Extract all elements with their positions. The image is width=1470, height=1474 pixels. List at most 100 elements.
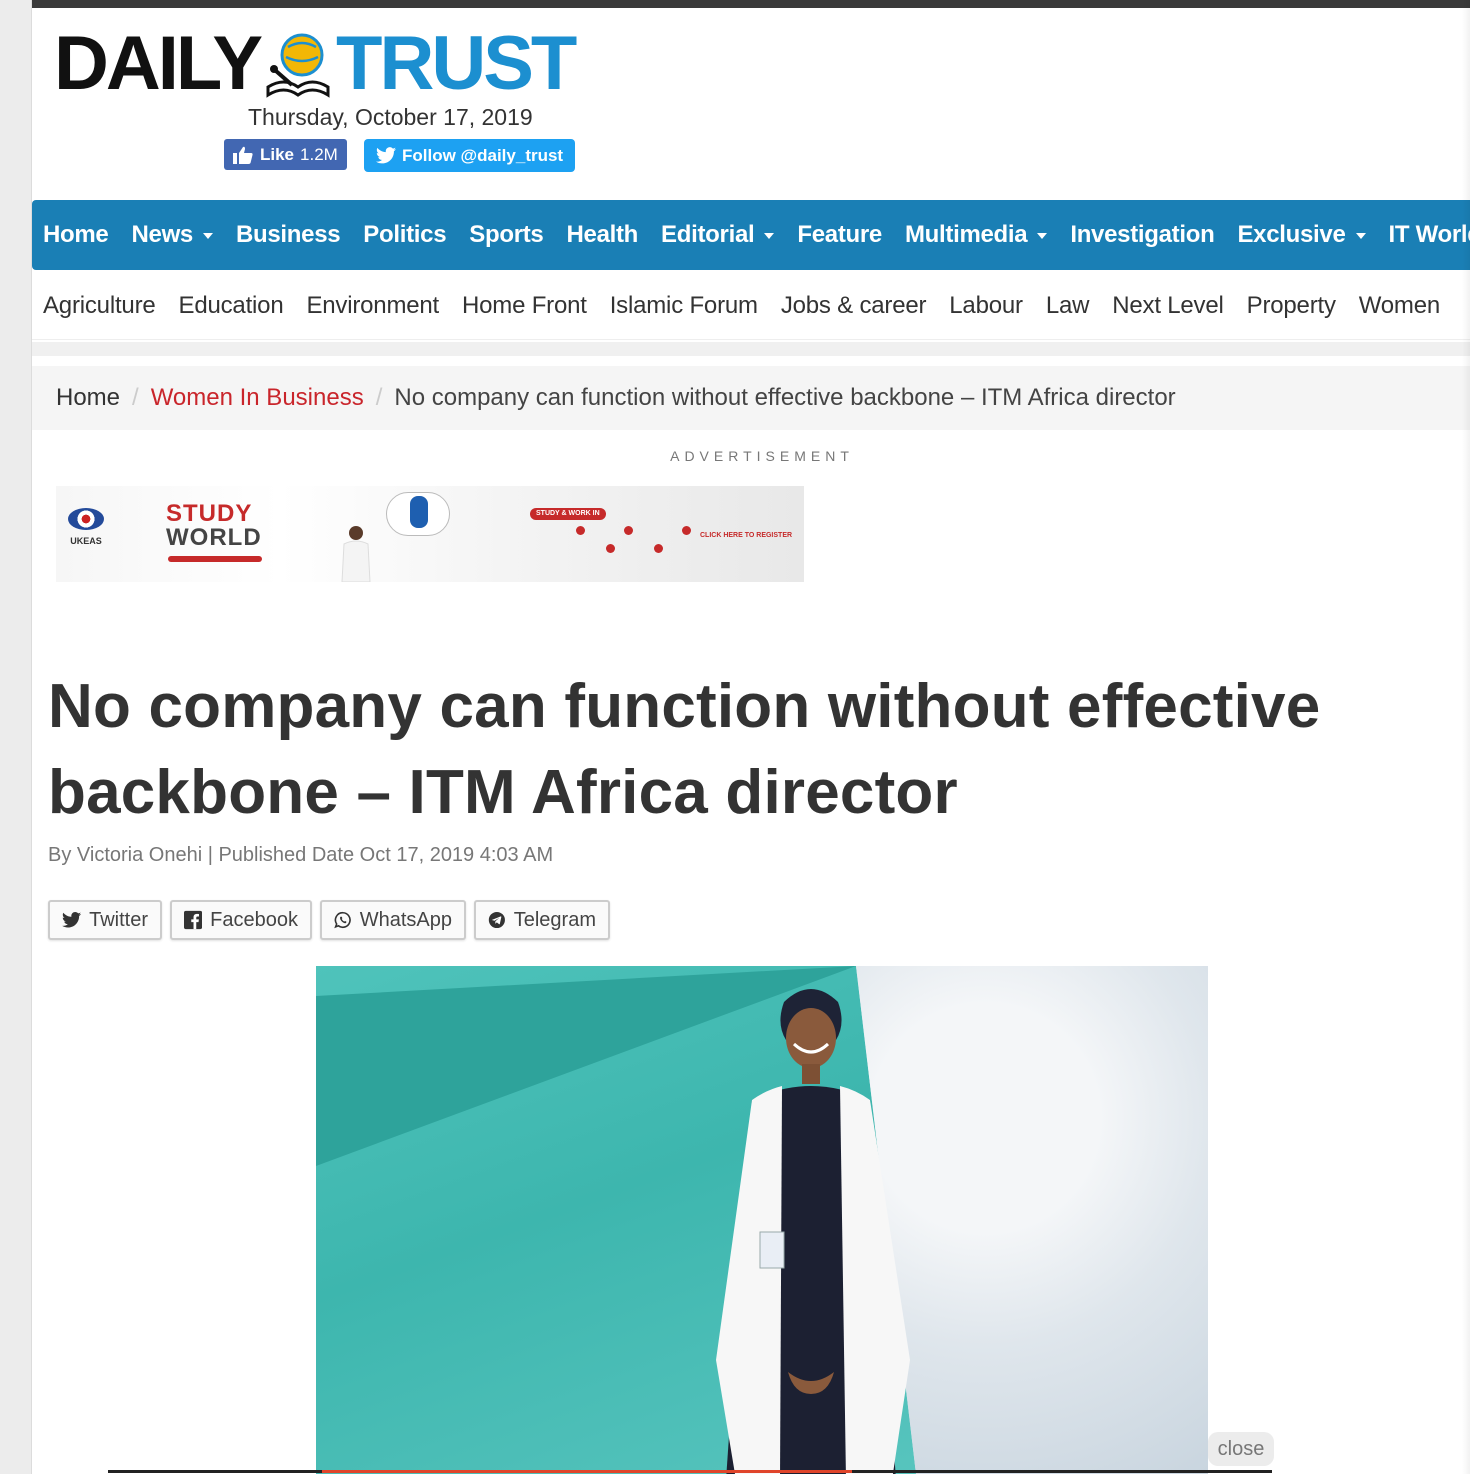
nav-news[interactable]: News xyxy=(131,221,213,249)
globe-book-icon xyxy=(266,33,330,98)
breadcrumb-category[interactable]: Women In Business xyxy=(151,384,364,412)
nav-health[interactable]: Health xyxy=(566,221,638,249)
caret-down-icon xyxy=(1355,233,1366,239)
person-photo xyxy=(716,989,910,1474)
facebook-like-button[interactable]: Like 1.2M xyxy=(224,139,347,170)
nav-multimedia[interactable]: Multimedia xyxy=(904,221,1048,249)
nav-politics[interactable]: Politics xyxy=(363,221,446,249)
subnav-agriculture[interactable]: Agriculture xyxy=(43,292,156,320)
subnav-islamic-forum[interactable]: Islamic Forum xyxy=(610,292,758,320)
browser-left-gutter xyxy=(0,0,32,1474)
twitter-bird-icon xyxy=(376,147,396,164)
nav-home[interactable]: Home xyxy=(43,221,109,249)
top-bar xyxy=(32,0,1470,8)
share-label: WhatsApp xyxy=(359,908,452,931)
breadcrumb-home[interactable]: Home xyxy=(56,384,120,412)
ad-headline-line-1: STUDY xyxy=(166,500,253,527)
telegram-icon xyxy=(488,911,505,929)
main-navigation: Home News Business Politics Sports Healt… xyxy=(32,200,1470,270)
ukeas-logo: UKEAS xyxy=(64,508,108,546)
nav-sports[interactable]: Sports xyxy=(469,221,544,249)
breadcrumb-current: No company can function without effectiv… xyxy=(394,384,1176,411)
nav-exclusive[interactable]: Exclusive xyxy=(1237,221,1366,249)
nav-label: Home xyxy=(43,221,109,248)
article-title: No company can function without effectiv… xyxy=(48,672,1321,827)
ad-brand: UKEAS xyxy=(70,536,102,546)
breadcrumb: Home / Women In Business / No company ca… xyxy=(32,366,1470,430)
map-pin-icon xyxy=(624,526,633,535)
advertisement-label: ADVERTISEMENT xyxy=(670,448,854,464)
ad-headline-line-2: WORLD xyxy=(166,524,262,551)
subnav-home-front[interactable]: Home Front xyxy=(462,292,587,320)
nav-editorial[interactable]: Editorial xyxy=(661,221,775,249)
nav-label: Editorial xyxy=(661,221,755,248)
twitter-follow-label: Follow @daily_trust xyxy=(402,145,564,165)
subnav-property[interactable]: Property xyxy=(1247,292,1336,320)
map-pin-icon xyxy=(682,526,691,535)
facebook-icon xyxy=(184,910,203,930)
nav-label: IT World xyxy=(1388,221,1470,248)
share-twitter-button[interactable]: Twitter xyxy=(48,900,162,940)
share-label: Facebook xyxy=(210,908,298,931)
share-whatsapp-button[interactable]: WhatsApp xyxy=(320,900,466,940)
map-pin-icon xyxy=(576,526,585,535)
ad-pill: STUDY & WORK IN xyxy=(530,508,606,520)
divider xyxy=(32,342,1470,356)
breadcrumb-separator: / xyxy=(375,384,383,411)
subnav-law[interactable]: Law xyxy=(1046,292,1090,320)
logo-trust-text: TRUST xyxy=(336,21,577,106)
subnav-jobs-career[interactable]: Jobs & career xyxy=(781,292,927,320)
subnav-education[interactable]: Education xyxy=(179,292,284,320)
nav-it-world[interactable]: IT World xyxy=(1389,221,1470,249)
nav-label: Politics xyxy=(363,221,447,248)
share-telegram-button[interactable]: Telegram xyxy=(474,900,610,940)
sticky-ad-accent xyxy=(322,1470,852,1473)
nav-label: Feature xyxy=(797,221,882,248)
map-pin-icon xyxy=(606,544,615,553)
subnav-environment[interactable]: Environment xyxy=(306,292,439,320)
nav-label: Investigation xyxy=(1070,221,1215,248)
breadcrumb-separator: / xyxy=(132,384,139,411)
subnav-women[interactable]: Women xyxy=(1359,292,1440,320)
ad-headline: STUDY WORLD xyxy=(166,502,262,550)
nav-label: Health xyxy=(566,221,639,248)
whatsapp-icon xyxy=(334,911,351,929)
section-navigation: Agriculture Education Environment Home F… xyxy=(32,272,1470,340)
article-photo xyxy=(316,966,1208,1474)
destination-pins xyxy=(506,526,691,556)
nav-label: News xyxy=(131,221,193,248)
ukeas-emblem-icon xyxy=(68,508,104,530)
caret-down-icon xyxy=(764,233,775,239)
nav-label: Multimedia xyxy=(904,221,1028,248)
map-pin-icon xyxy=(654,544,663,553)
facebook-like-count: 1.2M xyxy=(300,144,338,164)
logo-daily-text: DAILY xyxy=(54,21,263,106)
share-label: Twitter xyxy=(89,908,148,931)
header-date: Thursday, October 17, 2019 xyxy=(248,104,533,130)
subnav-labour[interactable]: Labour xyxy=(949,292,1023,320)
caret-down-icon xyxy=(1037,233,1048,239)
ad-cta[interactable]: CLICK HERE TO REGISTER xyxy=(700,532,792,539)
twitter-follow-button[interactable]: Follow @daily_trust xyxy=(364,139,576,172)
nav-label: Business xyxy=(235,221,341,248)
caret-down-icon xyxy=(202,233,213,239)
nav-label: Sports xyxy=(469,221,544,248)
close-overlay-button[interactable]: close xyxy=(1208,1432,1274,1466)
twitter-icon xyxy=(62,912,82,928)
page: DAILY TRUST Thursday, October 17, 2019 L… xyxy=(32,0,1470,1474)
thumbs-up-icon xyxy=(233,146,253,164)
page-edge-shadow xyxy=(1462,0,1470,1474)
facebook-like-label: Like xyxy=(260,144,295,164)
article-byline: By Victoria Onehi | Published Date Oct 1… xyxy=(48,844,554,866)
nav-label: Exclusive xyxy=(1237,221,1346,248)
site-logo[interactable]: DAILY TRUST xyxy=(54,21,577,106)
share-facebook-button[interactable]: Facebook xyxy=(170,900,312,940)
share-label: Telegram xyxy=(513,908,596,931)
globe-icon xyxy=(410,496,428,528)
nav-investigation[interactable]: Investigation xyxy=(1070,221,1214,249)
subnav-next-level[interactable]: Next Level xyxy=(1112,292,1224,320)
ad-banner[interactable]: UKEAS STUDY WORLD STUDY & WORK IN CLICK … xyxy=(56,486,804,582)
nav-feature[interactable]: Feature xyxy=(797,221,882,249)
nav-business[interactable]: Business xyxy=(235,221,341,249)
student-figure-icon xyxy=(341,526,371,582)
